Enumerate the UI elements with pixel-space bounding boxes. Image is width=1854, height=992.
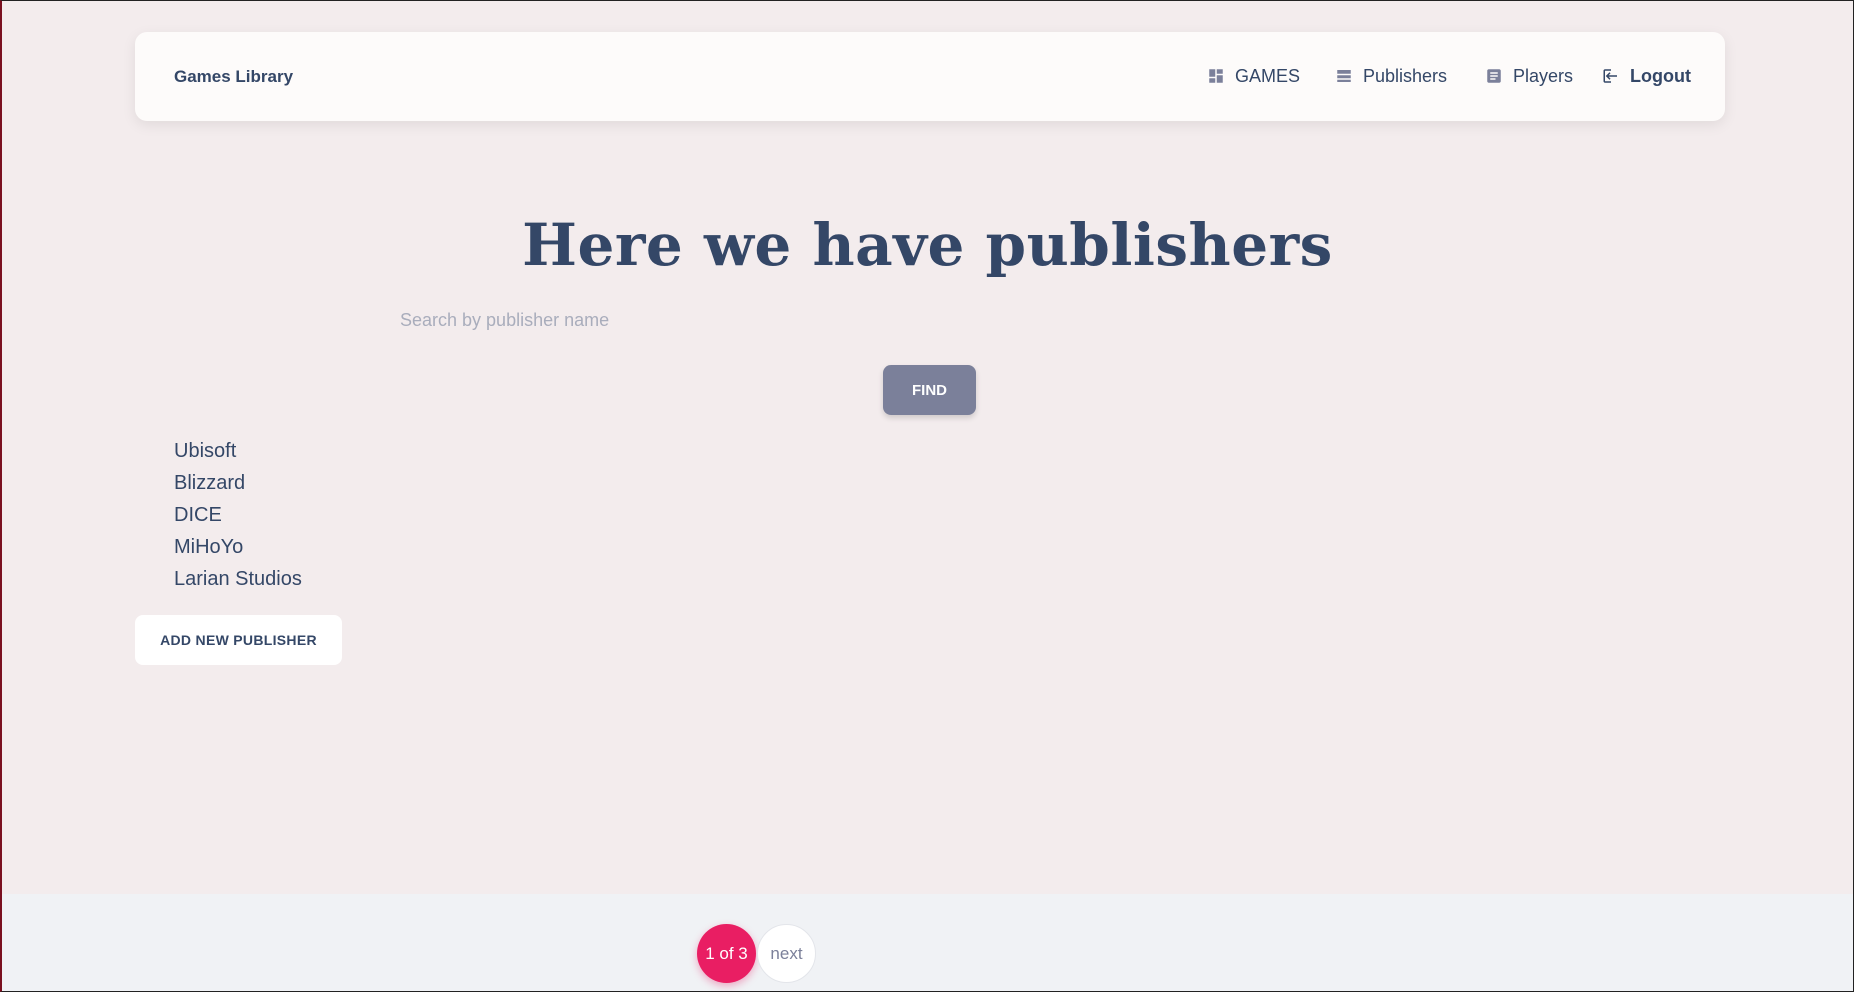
- list-item[interactable]: DICE: [174, 502, 302, 534]
- nav-publishers[interactable]: Publishers: [1335, 56, 1447, 96]
- nav-games[interactable]: GAMES: [1207, 56, 1300, 96]
- nav-players[interactable]: Players: [1485, 56, 1573, 96]
- nav-logout[interactable]: Logout: [1602, 56, 1691, 96]
- top-navbar: Games Library GAMES Publishers Players L…: [135, 32, 1725, 121]
- list-item[interactable]: MiHoYo: [174, 534, 302, 566]
- add-publisher-button[interactable]: ADD NEW PUBLISHER: [135, 615, 342, 665]
- nav-games-label: GAMES: [1235, 65, 1301, 86]
- current-page-indicator: 1 of 3: [697, 924, 756, 983]
- list-item[interactable]: Larian Studios: [174, 566, 302, 598]
- dashboard-icon: [1209, 69, 1223, 83]
- list-item[interactable]: Blizzard: [174, 470, 302, 502]
- page-title: Here we have publishers: [522, 211, 1333, 279]
- next-page-button[interactable]: next: [757, 924, 816, 983]
- receipt-icon: [1487, 69, 1501, 83]
- search-input[interactable]: [400, 301, 1460, 339]
- nav-publishers-label: Publishers: [1363, 65, 1448, 86]
- nav-players-label: Players: [1513, 65, 1574, 86]
- brand-title[interactable]: Games Library: [174, 67, 293, 87]
- table-rows-icon: [1337, 70, 1351, 82]
- find-button[interactable]: FIND: [883, 365, 976, 415]
- logout-icon: [1603, 69, 1617, 83]
- pagination-footer: 1 of 3 next: [2, 894, 1853, 991]
- list-item[interactable]: Ubisoft: [174, 438, 302, 470]
- nav-logout-label: Logout: [1630, 65, 1691, 86]
- publisher-list: Ubisoft Blizzard DICE MiHoYo Larian Stud…: [174, 438, 302, 598]
